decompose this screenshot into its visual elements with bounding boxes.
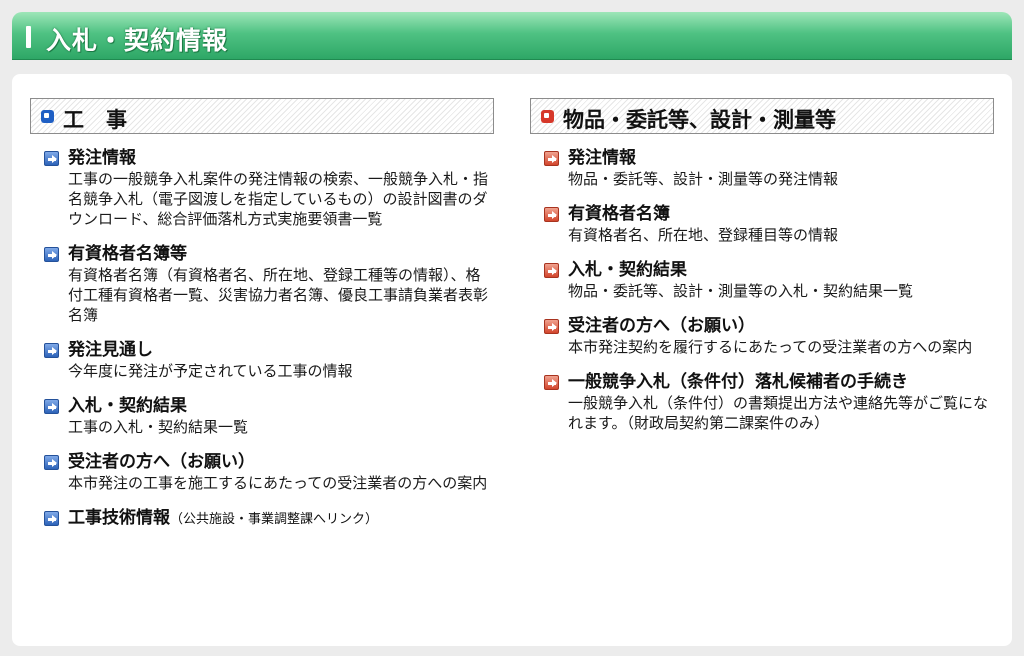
- goods-column: 物品・委託等、設計・測量等 発注情報 物品・委託等、設計・測量等の発注情報 有資…: [530, 98, 994, 447]
- link-tech-info-note: （公共施設・事業調整課へリンク）: [170, 512, 379, 527]
- item-description: 物品・委託等、設計・測量等の発注情報: [568, 170, 839, 188]
- item-description: 工事の一般競争入札案件の発注情報の検索、一般競争入札・指名競争入札（電子図渡しを…: [68, 170, 489, 228]
- blue-square-icon: [41, 110, 54, 123]
- item-description: 有資格者名簿（有資格者名、所在地、登録工種等の情報）、格付工種有資格者一覧、災害…: [68, 266, 489, 324]
- link-order-outlook[interactable]: 発注見通し: [68, 339, 494, 361]
- blue-arrow-icon: [44, 455, 59, 470]
- list-item: 有資格者名簿 有資格者名、所在地、登録種目等の情報: [544, 203, 994, 245]
- item-description: 今年度に発注が予定されている工事の情報: [68, 362, 353, 380]
- list-item: 一般競争入札（条件付）落札候補者の手続き 一般競争入札（条件付）の書類提出方法や…: [544, 371, 994, 433]
- red-arrow-icon: [544, 375, 559, 390]
- red-arrow-icon: [544, 263, 559, 278]
- list-item: 受注者の方へ（お願い） 本市発注契約を履行するにあたっての受注業者の方への案内: [544, 315, 994, 357]
- list-item: 入札・契約結果 工事の入札・契約結果一覧: [44, 395, 494, 437]
- construction-section-title: 工事: [63, 108, 149, 132]
- list-item: 発注情報 工事の一般競争入札案件の発注情報の検索、一般競争入札・指名競争入札（電…: [44, 147, 494, 229]
- link-tech-info-label[interactable]: 工事技術情報: [68, 508, 170, 528]
- red-arrow-icon: [544, 207, 559, 222]
- blue-arrow-icon: [44, 343, 59, 358]
- link-goods-qualified-list[interactable]: 有資格者名簿: [568, 203, 994, 225]
- item-description: 工事の入札・契約結果一覧: [68, 418, 249, 436]
- red-square-icon: [541, 110, 554, 123]
- link-bid-candidate-procedure[interactable]: 一般競争入札（条件付）落札候補者の手続き: [568, 371, 994, 393]
- red-arrow-icon: [544, 319, 559, 334]
- page-title: 入札・契約情報: [46, 26, 229, 55]
- link-tech-info[interactable]: 工事技術情報（公共施設・事業調整課へリンク）: [68, 507, 494, 531]
- blue-arrow-icon: [44, 399, 59, 414]
- blue-arrow-icon: [44, 511, 59, 526]
- link-goods-order-info[interactable]: 発注情報: [568, 147, 994, 169]
- item-description: 有資格者名、所在地、登録種目等の情報: [568, 226, 839, 244]
- blue-arrow-icon: [44, 151, 59, 166]
- link-order-info[interactable]: 発注情報: [68, 147, 494, 169]
- list-item: 発注情報 物品・委託等、設計・測量等の発注情報: [544, 147, 994, 189]
- link-contractor-notice[interactable]: 受注者の方へ（お願い）: [68, 451, 494, 473]
- content-panel: 工事 発注情報 工事の一般競争入札案件の発注情報の検索、一般競争入札・指名競争入…: [12, 74, 1012, 646]
- link-goods-bid-results[interactable]: 入札・契約結果: [568, 259, 994, 281]
- goods-link-list: 発注情報 物品・委託等、設計・測量等の発注情報 有資格者名簿 有資格者名、所在地…: [530, 147, 994, 433]
- construction-column: 工事 発注情報 工事の一般競争入札案件の発注情報の検索、一般競争入札・指名競争入…: [30, 98, 494, 545]
- link-qualified-list[interactable]: 有資格者名簿等: [68, 243, 494, 265]
- item-description: 物品・委託等、設計・測量等の入札・契約結果一覧: [568, 282, 914, 300]
- item-description: 一般競争入札（条件付）の書類提出方法や連絡先等がご覧になれます。（財政局契約第二…: [568, 394, 989, 432]
- item-description: 本市発注契約を履行するにあたっての受注業者の方への案内: [568, 338, 973, 356]
- header-bar-icon: [26, 26, 31, 48]
- list-item: 受注者の方へ（お願い） 本市発注の工事を施工するにあたっての受注業者の方への案内: [44, 451, 494, 493]
- goods-section-header: 物品・委託等、設計・測量等: [530, 98, 994, 134]
- construction-section-header: 工事: [30, 98, 494, 134]
- blue-arrow-icon: [44, 247, 59, 262]
- item-description: 本市発注の工事を施工するにあたっての受注業者の方への案内: [68, 474, 488, 492]
- link-goods-contractor-notice[interactable]: 受注者の方へ（お願い）: [568, 315, 994, 337]
- red-arrow-icon: [544, 151, 559, 166]
- list-item: 有資格者名簿等 有資格者名簿（有資格者名、所在地、登録工種等の情報）、格付工種有…: [44, 243, 494, 325]
- list-item: 工事技術情報（公共施設・事業調整課へリンク）: [44, 507, 494, 531]
- link-bid-results[interactable]: 入札・契約結果: [68, 395, 494, 417]
- list-item: 入札・契約結果 物品・委託等、設計・測量等の入札・契約結果一覧: [544, 259, 994, 301]
- construction-link-list: 発注情報 工事の一般競争入札案件の発注情報の検索、一般競争入札・指名競争入札（電…: [30, 147, 494, 531]
- goods-section-title: 物品・委託等、設計・測量等: [563, 108, 836, 132]
- list-item: 発注見通し 今年度に発注が予定されている工事の情報: [44, 339, 494, 381]
- page-header: 入札・契約情報: [12, 12, 1012, 60]
